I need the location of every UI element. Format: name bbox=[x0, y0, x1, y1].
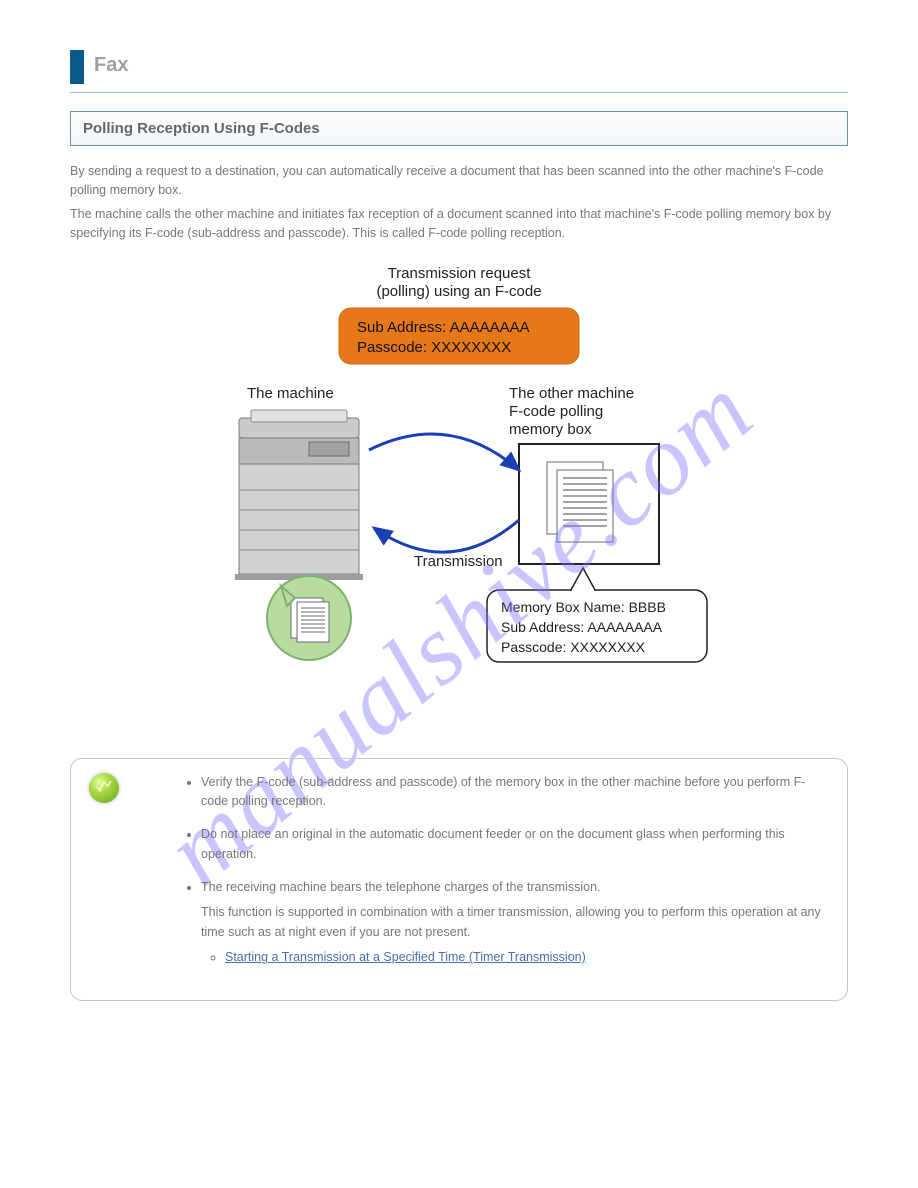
tip-icon bbox=[89, 773, 119, 803]
page-header: Fax bbox=[70, 50, 848, 84]
svg-text:Transmission request: Transmission request bbox=[388, 265, 532, 282]
note-list: Verify the F-code (sub-address and passc… bbox=[91, 773, 827, 968]
timer-transmission-link[interactable]: Starting a Transmission at a Specified T… bbox=[225, 950, 586, 964]
intro-paragraph-2: The machine calls the other machine and … bbox=[70, 205, 848, 244]
note-sublist-item: Starting a Transmission at a Specified T… bbox=[225, 948, 827, 967]
svg-text:The other machine: The other machine bbox=[509, 385, 634, 402]
page-title: Fax bbox=[94, 50, 128, 77]
note-sublist: Starting a Transmission at a Specified T… bbox=[201, 948, 827, 967]
note-item-3-lead: This function is supported in combinatio… bbox=[201, 905, 821, 938]
svg-text:memory box: memory box bbox=[509, 421, 592, 438]
note-box: Verify the F-code (sub-address and passc… bbox=[70, 758, 848, 1001]
svg-text:The machine: The machine bbox=[247, 385, 334, 402]
svg-text:Transmission: Transmission bbox=[414, 553, 503, 570]
svg-text:Memory Box Name: BBBB: Memory Box Name: BBBB bbox=[501, 599, 666, 615]
svg-text:Sub Address: AAAAAAAA: Sub Address: AAAAAAAA bbox=[501, 619, 663, 635]
header-underline bbox=[70, 92, 848, 93]
note-item-3-text: The receiving machine bears the telephon… bbox=[201, 880, 601, 894]
page-root: manualshive.com Fax Polling Reception Us… bbox=[0, 0, 918, 1188]
header-accent-bar bbox=[70, 50, 84, 84]
svg-text:Sub Address: AAAAAAAA: Sub Address: AAAAAAAA bbox=[357, 319, 530, 336]
intro-text: By sending a request to a destination, y… bbox=[70, 162, 848, 244]
svg-text:Passcode: XXXXXXXX: Passcode: XXXXXXXX bbox=[357, 339, 511, 356]
note-item-3: The receiving machine bears the telephon… bbox=[201, 878, 827, 968]
svg-text:(polling) using an F-code: (polling) using an F-code bbox=[376, 283, 541, 300]
note-item-2: Do not place an original in the automati… bbox=[201, 825, 827, 864]
note-item-1: Verify the F-code (sub-address and passc… bbox=[201, 773, 827, 812]
svg-text:Passcode: XXXXXXXX: Passcode: XXXXXXXX bbox=[501, 639, 646, 655]
fcode-polling-diagram: Transmission request (polling) using an … bbox=[199, 260, 719, 730]
section-heading: Polling Reception Using F-Codes bbox=[70, 111, 848, 146]
svg-text:F-code polling: F-code polling bbox=[509, 403, 603, 420]
intro-paragraph-1: By sending a request to a destination, y… bbox=[70, 162, 848, 201]
